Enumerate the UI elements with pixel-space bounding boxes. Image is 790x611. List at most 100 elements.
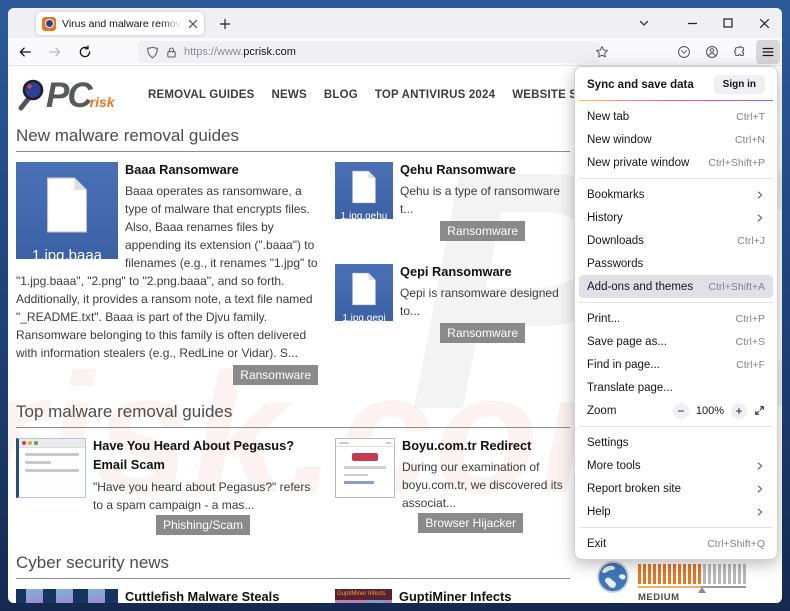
article-thumbnail[interactable]: 1.jpg.qepi <box>335 264 393 321</box>
article-excerpt: "Have you heard about Pegasus?" refers t… <box>93 480 310 512</box>
back-button[interactable] <box>12 41 38 63</box>
zoom-in-button[interactable]: + <box>731 403 747 419</box>
app-menu-hamburger-icon[interactable] <box>756 40 780 64</box>
menu-item-help[interactable]: Help <box>579 500 773 523</box>
tab-strip: Virus and malware removal inst <box>8 8 782 38</box>
zoom-level[interactable]: 100% <box>696 405 724 417</box>
menu-item-bookmarks[interactable]: Bookmarks <box>579 183 773 206</box>
file-icon <box>351 273 377 306</box>
article-thumbnail[interactable]: Cuttlefish Malware <box>16 589 118 603</box>
menu-item-history[interactable]: History <box>579 206 773 229</box>
menu-item-exit[interactable]: ExitCtrl+Shift+Q <box>579 532 773 555</box>
article-baaa-ransomware: 1.jpg.baaa Baaa Ransomware Baaa operates… <box>16 160 318 385</box>
file-icon <box>351 171 377 204</box>
section-heading-new-guides: New malware removal guides <box>16 126 570 152</box>
threat-meter-bars <box>638 564 746 584</box>
nav-top-antivirus[interactable]: TOP ANTIVIRUS 2024 <box>375 89 495 101</box>
thumbnail-caption: 1.jpg.baaa <box>16 245 118 260</box>
menu-divider <box>579 302 773 303</box>
threat-meter-scale <box>638 586 746 589</box>
close-window-button[interactable] <box>746 8 782 38</box>
globe-icon <box>596 560 630 594</box>
account-icon[interactable] <box>700 40 724 64</box>
url-text: https://www.pcrisk.com <box>184 46 296 58</box>
chevron-right-icon <box>755 484 765 494</box>
article-thumbnail[interactable] <box>335 438 395 498</box>
file-icon <box>45 177 89 233</box>
bookmark-star-icon[interactable] <box>590 40 614 64</box>
nav-removal-guides[interactable]: REMOVAL GUIDES <box>148 89 255 101</box>
menu-item-new-private-window[interactable]: New private windowCtrl+Shift+P <box>579 151 773 174</box>
pcrisk-logo[interactable]: PC risk <box>16 77 134 113</box>
sign-in-button[interactable]: Sign in <box>714 75 765 94</box>
lock-icon[interactable] <box>165 46 178 59</box>
chevron-right-icon <box>755 213 765 223</box>
menu-item-more-tools[interactable]: More tools <box>579 454 773 477</box>
article-thumbnail[interactable]: 1.jpg.qehu <box>335 162 393 219</box>
menu-item-save-page-as[interactable]: Save page as...Ctrl+S <box>579 330 773 353</box>
navigation-toolbar: https://www.pcrisk.com <box>8 38 782 66</box>
menu-item-settings[interactable]: Settings <box>579 431 773 454</box>
threat-level-widget: MEDIUM <box>596 558 746 603</box>
browser-window: Virus and malware removal inst <box>8 8 782 603</box>
menu-item-new-tab[interactable]: New tabCtrl+T <box>579 105 773 128</box>
maximize-button[interactable] <box>710 8 746 38</box>
extensions-puzzle-icon[interactable] <box>728 40 752 64</box>
thumbnail-caption: 1.jpg.qepi <box>335 311 393 321</box>
menu-item-find-in-page[interactable]: Find in page...Ctrl+F <box>579 353 773 376</box>
logo-text-risk: risk <box>90 94 115 110</box>
tab-close-icon[interactable] <box>188 19 198 29</box>
article-pegasus-scam: Have You Heard About Pegasus? Email Scam… <box>16 436 318 534</box>
nav-news[interactable]: NEWS <box>272 89 307 101</box>
section-heading-news: Cyber security news <box>16 553 570 579</box>
menu-item-print[interactable]: Print...Ctrl+P <box>579 307 773 330</box>
category-badge[interactable]: Ransomware <box>440 221 525 241</box>
forward-button[interactable] <box>42 41 68 63</box>
nav-blog[interactable]: BLOG <box>324 89 358 101</box>
fullscreen-icon[interactable] <box>754 405 765 416</box>
menu-item-report-broken-site[interactable]: Report broken site <box>579 477 773 500</box>
shield-icon[interactable] <box>146 46 159 59</box>
category-badge[interactable]: Browser Hijacker <box>418 513 523 533</box>
zoom-out-button[interactable]: − <box>673 403 689 419</box>
new-tab-button[interactable] <box>216 15 234 33</box>
category-badge[interactable]: Ransomware <box>233 365 318 385</box>
tab-title: Virus and malware removal inst <box>62 18 182 30</box>
article-guptiminer: GuptiMiner Infects GuptiMiner Infects Ma… <box>335 587 571 603</box>
reload-button[interactable] <box>72 41 98 63</box>
menu-item-passwords[interactable]: Passwords <box>579 252 773 275</box>
threat-marker-icon <box>698 587 706 593</box>
chevron-right-icon <box>755 190 765 200</box>
menu-divider <box>579 527 773 528</box>
menu-item-downloads[interactable]: DownloadsCtrl+J <box>579 229 773 252</box>
article-excerpt: Qehu is a type of ransomware t... <box>400 184 560 216</box>
url-bar[interactable]: https://www.pcrisk.com <box>138 41 600 63</box>
minimize-button[interactable] <box>674 8 710 38</box>
article-excerpt: Qepi is ransomware designed to... <box>400 286 559 318</box>
site-favicon-icon <box>42 17 56 31</box>
pocket-icon[interactable] <box>672 40 696 64</box>
article-thumbnail[interactable]: 1.jpg.baaa <box>16 162 118 259</box>
article-thumbnail[interactable]: GuptiMiner Infects <box>335 589 392 603</box>
article-qehu-ransomware: 1.jpg.qehu Qehu Ransomware Qehu is a typ… <box>335 160 571 241</box>
chevron-right-icon <box>755 461 765 471</box>
chevron-right-icon <box>755 507 765 517</box>
article-thumbnail[interactable] <box>16 438 86 498</box>
magnifier-logo-icon <box>16 77 46 113</box>
article-qepi-ransomware: 1.jpg.qepi Qepi Ransomware Qepi is ranso… <box>335 262 571 343</box>
section-heading-top-guides: Top malware removal guides <box>16 402 570 428</box>
menu-divider <box>579 100 773 101</box>
article-cuttlefish-malware: Cuttlefish Malware Cuttlefish Malware St… <box>16 587 318 603</box>
list-all-tabs-chevron-icon[interactable] <box>634 14 654 32</box>
category-badge[interactable]: Ransomware <box>440 323 525 343</box>
menu-item-addons-themes[interactable]: Add-ons and themesCtrl+Shift+A <box>579 275 773 298</box>
menu-item-new-window[interactable]: New windowCtrl+N <box>579 128 773 151</box>
article-boyu-redirect: Boyu.com.tr Redirect During our examinat… <box>335 436 571 534</box>
main-nav: REMOVAL GUIDES NEWS BLOG TOP ANTIVIRUS 2… <box>148 89 628 101</box>
article-excerpt: During our examination of boyu.com.tr, w… <box>402 460 563 510</box>
menu-item-translate-page[interactable]: Translate page... <box>579 376 773 399</box>
browser-tab[interactable]: Virus and malware removal inst <box>36 12 204 35</box>
category-badge[interactable]: Phishing/Scam <box>156 515 250 535</box>
menu-divider <box>579 178 773 179</box>
menu-item-sync[interactable]: Sync and save data Sign in <box>579 73 773 96</box>
